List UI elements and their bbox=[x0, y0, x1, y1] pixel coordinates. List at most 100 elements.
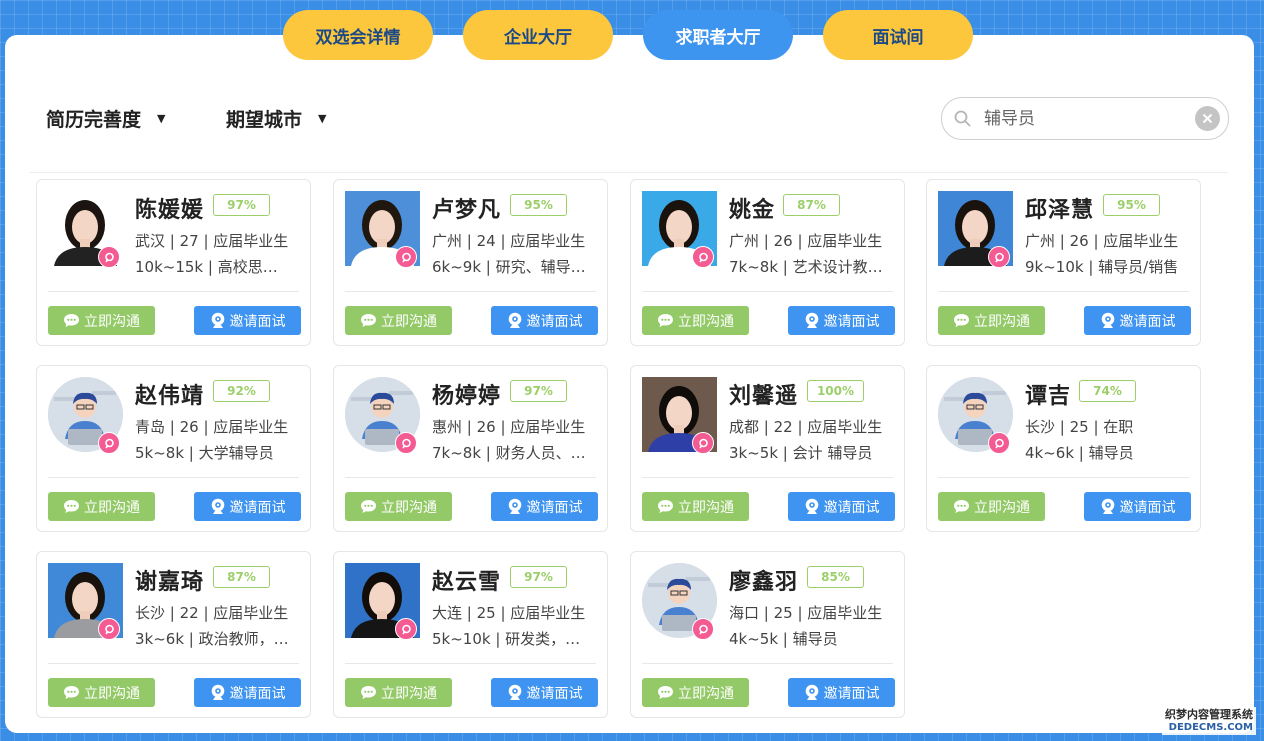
candidate-basic-info: 惠州 | 26 | 应届毕业生 bbox=[432, 418, 586, 436]
webcam-icon bbox=[1100, 312, 1116, 329]
chat-bubble-icon bbox=[657, 313, 674, 328]
chat-bubble-icon bbox=[360, 685, 377, 700]
candidate-card[interactable]: 谭吉 74% 长沙 | 25 | 在职 4k~6k | 辅导员 立即沟通 邀请面试 bbox=[926, 365, 1201, 532]
invite-interview-label: 邀请面试 bbox=[526, 685, 583, 702]
filter-label: 期望城市 bbox=[226, 109, 303, 131]
filter-expected-city[interactable]: 期望城市 ▼ bbox=[226, 105, 326, 132]
webcam-icon bbox=[804, 312, 820, 329]
candidate-card[interactable]: 赵伟靖 92% 青岛 | 26 | 应届毕业生 5k~8k | 大学辅导员 立即沟通 邀请… bbox=[36, 365, 311, 532]
tab-jobseeker-hall[interactable]: 求职者大厅 bbox=[643, 10, 793, 60]
completeness-badge: 85% bbox=[807, 566, 864, 588]
card-divider bbox=[48, 291, 299, 292]
card-divider bbox=[48, 477, 299, 478]
chat-now-button[interactable]: 立即沟通 bbox=[48, 678, 155, 707]
invite-interview-button[interactable]: 邀请面试 bbox=[788, 678, 895, 707]
chat-bubble-icon bbox=[360, 313, 377, 328]
candidate-name: 刘馨遥 bbox=[729, 384, 799, 409]
completeness-badge: 97% bbox=[213, 194, 270, 216]
invite-interview-label: 邀请面试 bbox=[229, 685, 286, 702]
candidate-card[interactable]: 邱泽慧 95% 广州 | 26 | 应届毕业生 9k~10k | 辅导员/销售 立即沟通… bbox=[926, 179, 1201, 346]
clear-icon[interactable] bbox=[1195, 106, 1220, 131]
chat-now-label: 立即沟通 bbox=[84, 499, 140, 516]
search-box bbox=[941, 97, 1229, 140]
candidate-basic-info: 长沙 | 22 | 应届毕业生 bbox=[135, 604, 289, 622]
card-divider bbox=[642, 663, 893, 664]
search-input[interactable] bbox=[982, 107, 1186, 130]
invite-interview-label: 邀请面试 bbox=[229, 499, 286, 516]
candidate-card[interactable]: 谢嘉琦 87% 长沙 | 22 | 应届毕业生 3k~6k | 政治教师，… 立即沟通 邀… bbox=[36, 551, 311, 718]
chat-now-button[interactable]: 立即沟通 bbox=[48, 492, 155, 521]
chat-now-label: 立即沟通 bbox=[678, 685, 734, 702]
invite-interview-button[interactable]: 邀请面试 bbox=[788, 492, 895, 521]
invite-interview-label: 邀请面试 bbox=[823, 313, 880, 330]
invite-interview-button[interactable]: 邀请面试 bbox=[491, 492, 598, 521]
invite-interview-button[interactable]: 邀请面试 bbox=[194, 678, 301, 707]
candidate-card[interactable]: 杨婷婷 97% 惠州 | 26 | 应届毕业生 7k~8k | 财务人员、… 立即沟通 邀… bbox=[333, 365, 608, 532]
candidate-name: 赵云雪 bbox=[432, 570, 502, 595]
card-divider bbox=[938, 291, 1189, 292]
tab-fair-details[interactable]: 双选会详情 bbox=[283, 10, 433, 60]
candidate-name: 廖鑫羽 bbox=[729, 570, 799, 595]
chat-now-button[interactable]: 立即沟通 bbox=[642, 678, 749, 707]
video-badge-icon bbox=[692, 432, 714, 454]
invite-interview-button[interactable]: 邀请面试 bbox=[194, 306, 301, 335]
webcam-icon bbox=[1100, 498, 1116, 515]
chat-now-button[interactable]: 立即沟通 bbox=[938, 492, 1045, 521]
chat-bubble-icon bbox=[63, 499, 80, 514]
invite-interview-button[interactable]: 邀请面试 bbox=[1084, 306, 1191, 335]
invite-interview-button[interactable]: 邀请面试 bbox=[788, 306, 895, 335]
invite-interview-button[interactable]: 邀请面试 bbox=[491, 678, 598, 707]
candidate-card[interactable]: 姚金 87% 广州 | 26 | 应届毕业生 7k~8k | 艺术设计教… 立即沟通 邀请… bbox=[630, 179, 905, 346]
chat-bubble-icon bbox=[657, 685, 674, 700]
chat-now-button[interactable]: 立即沟通 bbox=[938, 306, 1045, 335]
invite-interview-label: 邀请面试 bbox=[1119, 313, 1176, 330]
video-badge-icon bbox=[988, 246, 1010, 268]
chat-now-label: 立即沟通 bbox=[381, 499, 437, 516]
chat-bubble-icon bbox=[360, 499, 377, 514]
candidate-name: 杨婷婷 bbox=[432, 384, 502, 409]
invite-interview-button[interactable]: 邀请面试 bbox=[491, 306, 598, 335]
filter-resume-completeness[interactable]: 简历完善度 ▼ bbox=[46, 105, 165, 132]
candidate-card[interactable]: 赵云雪 97% 大连 | 25 | 应届毕业生 5k~10k | 研发类，… 立即沟通 邀… bbox=[333, 551, 608, 718]
candidate-card[interactable]: 卢梦凡 95% 广州 | 24 | 应届毕业生 6k~9k | 研究、辅导… 立即沟通 邀… bbox=[333, 179, 608, 346]
candidate-salary-job: 5k~8k | 大学辅导员 bbox=[135, 444, 274, 462]
search-icon bbox=[942, 110, 982, 127]
chat-now-label: 立即沟通 bbox=[974, 499, 1030, 516]
chat-now-button[interactable]: 立即沟通 bbox=[345, 678, 452, 707]
watermark-domain: DEDECMS.COM bbox=[1168, 722, 1253, 733]
invite-interview-button[interactable]: 邀请面试 bbox=[1084, 492, 1191, 521]
candidate-name: 赵伟靖 bbox=[135, 384, 205, 409]
tab-company-hall[interactable]: 企业大厅 bbox=[463, 10, 613, 60]
completeness-badge: 95% bbox=[1103, 194, 1160, 216]
video-badge-icon bbox=[395, 618, 417, 640]
candidate-basic-info: 大连 | 25 | 应届毕业生 bbox=[432, 604, 586, 622]
candidate-card[interactable]: 廖鑫羽 85% 海口 | 25 | 应届毕业生 4k~5k | 辅导员 立即沟通 邀请面试 bbox=[630, 551, 905, 718]
candidate-card[interactable]: 刘馨遥 100% 成都 | 22 | 应届毕业生 3k~5k | 会计 辅导员 立即沟通… bbox=[630, 365, 905, 532]
chat-now-button[interactable]: 立即沟通 bbox=[642, 492, 749, 521]
completeness-badge: 97% bbox=[510, 566, 567, 588]
candidate-basic-info: 广州 | 26 | 应届毕业生 bbox=[1025, 232, 1179, 250]
completeness-badge: 87% bbox=[783, 194, 840, 216]
card-divider bbox=[938, 477, 1189, 478]
video-badge-icon bbox=[395, 246, 417, 268]
candidate-name: 陈媛媛 bbox=[135, 198, 205, 223]
chat-now-label: 立即沟通 bbox=[84, 313, 140, 330]
chat-now-button[interactable]: 立即沟通 bbox=[48, 306, 155, 335]
caret-down-icon: ▼ bbox=[318, 112, 327, 125]
video-badge-icon bbox=[98, 618, 120, 640]
invite-interview-label: 邀请面试 bbox=[526, 499, 583, 516]
candidate-card[interactable]: 陈媛媛 97% 武汉 | 27 | 应届毕业生 10k~15k | 高校思… 立即沟通 邀… bbox=[36, 179, 311, 346]
candidate-basic-info: 成都 | 22 | 应届毕业生 bbox=[729, 418, 883, 436]
tab-interview-room[interactable]: 面试间 bbox=[823, 10, 973, 60]
chat-now-button[interactable]: 立即沟通 bbox=[642, 306, 749, 335]
card-divider bbox=[345, 291, 596, 292]
card-divider bbox=[345, 663, 596, 664]
chat-now-button[interactable]: 立即沟通 bbox=[345, 306, 452, 335]
invite-interview-button[interactable]: 邀请面试 bbox=[194, 492, 301, 521]
candidate-salary-job: 9k~10k | 辅导员/销售 bbox=[1025, 258, 1179, 276]
filter-label: 简历完善度 bbox=[46, 109, 142, 131]
candidate-name: 谢嘉琦 bbox=[135, 570, 205, 595]
candidate-basic-info: 广州 | 26 | 应届毕业生 bbox=[729, 232, 883, 250]
chat-now-button[interactable]: 立即沟通 bbox=[345, 492, 452, 521]
candidate-salary-job: 4k~6k | 辅导员 bbox=[1025, 444, 1134, 462]
